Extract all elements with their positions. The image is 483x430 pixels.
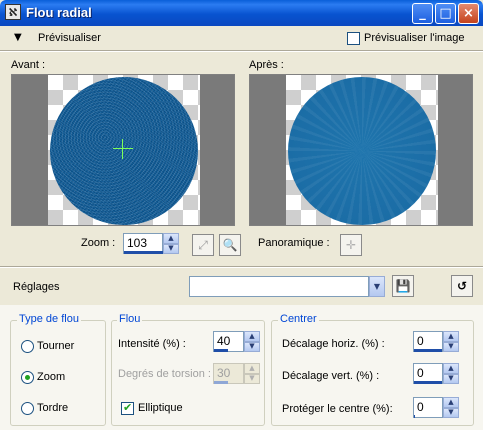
spin-up-icon[interactable]: ▲: [443, 397, 459, 408]
zoom-spinner[interactable]: ▲ ▼: [163, 233, 179, 254]
radio-zoom[interactable]: [21, 371, 34, 384]
window-title: Flou radial: [26, 5, 92, 20]
twist-spinner[interactable]: ▲ ▼: [244, 363, 260, 384]
preview-image-label[interactable]: Prévisualiser l'image: [364, 32, 465, 44]
pan-button[interactable]: ✛: [340, 234, 362, 256]
spin-down-icon[interactable]: ▼: [244, 341, 260, 352]
protect-center-level-bar: [414, 415, 415, 418]
zoom-level-bar: [124, 251, 163, 254]
twist-level-bar: [214, 381, 228, 384]
twist-label: Degrés de torsion :: [118, 368, 211, 380]
minimize-button[interactable]: _: [412, 3, 433, 24]
spin-up-icon[interactable]: ▲: [244, 363, 260, 374]
after-label: Après :: [249, 59, 284, 71]
radio-tordre[interactable]: [21, 402, 34, 415]
protect-center-spinner[interactable]: ▲ ▼: [443, 397, 459, 418]
h-offset-level-bar: [414, 349, 442, 352]
settings-panel: Type de flou Tourner Zoom Tordre Flou In…: [0, 305, 483, 430]
spin-up-icon[interactable]: ▲: [443, 363, 459, 374]
spin-down-icon[interactable]: ▼: [443, 341, 459, 352]
separator: [0, 50, 483, 52]
radio-tourner[interactable]: [21, 340, 34, 353]
before-label: Avant :: [11, 59, 46, 71]
zoom-label: Zoom :: [81, 237, 116, 249]
v-offset-spinner[interactable]: ▲ ▼: [443, 363, 459, 384]
intensity-label: Intensité (%) :: [118, 338, 186, 350]
intensity-spinner[interactable]: ▲ ▼: [244, 331, 260, 352]
dropdown-arrow-icon[interactable]: ▼: [369, 276, 385, 297]
blur-title: Flou: [117, 313, 143, 325]
spin-up-icon[interactable]: ▲: [443, 331, 459, 342]
zoom-tool-button[interactable]: 🔍: [219, 234, 241, 256]
intensity-level-bar: [214, 349, 228, 352]
protect-center-label: Protéger le centre (%):: [282, 403, 393, 415]
reset-button[interactable]: ↺: [451, 275, 473, 297]
after-preview: [249, 74, 473, 226]
preview-toggle-row: ▼ Prévisualiser Prévisualiser l'image: [0, 27, 483, 49]
pan-label: Panoramique :: [258, 237, 330, 249]
protect-center-field[interactable]: 0: [413, 397, 443, 418]
spin-down-icon[interactable]: ▼: [443, 407, 459, 418]
preview-toggle-label[interactable]: Prévisualiser: [38, 32, 101, 44]
spin-down-icon[interactable]: ▼: [244, 373, 260, 384]
save-preset-button[interactable]: 💾: [392, 275, 414, 297]
radio-tordre-label[interactable]: Tordre: [37, 402, 68, 414]
v-offset-level-bar: [414, 381, 442, 384]
preview-image-checkbox[interactable]: [347, 32, 360, 45]
elliptic-label[interactable]: Elliptique: [138, 402, 183, 414]
center-crosshair-icon[interactable]: [113, 139, 133, 159]
center-title: Centrer: [278, 313, 319, 325]
close-button[interactable]: ×: [458, 3, 479, 24]
blur-type-title: Type de flou: [17, 313, 81, 325]
spin-up-icon[interactable]: ▲: [244, 331, 260, 342]
h-offset-label: Décalage horiz. (%) :: [282, 338, 385, 350]
radio-zoom-label[interactable]: Zoom: [37, 371, 65, 383]
h-offset-spinner[interactable]: ▲ ▼: [443, 331, 459, 352]
maximize-button[interactable]: □: [435, 3, 456, 24]
before-preview[interactable]: [11, 74, 235, 226]
collapse-caret-icon[interactable]: ▼: [14, 32, 22, 43]
spin-up-icon[interactable]: ▲: [163, 233, 179, 244]
fit-zoom-button[interactable]: ⤢: [192, 234, 214, 256]
presets-dropdown[interactable]: [189, 276, 369, 297]
v-offset-label: Décalage vert. (%) :: [282, 370, 380, 382]
app-icon: ℵ: [5, 4, 21, 20]
presets-label: Réglages: [13, 281, 60, 293]
title-bar: ℵ Flou radial _ □ ×: [0, 0, 483, 26]
spin-down-icon[interactable]: ▼: [163, 243, 179, 254]
spin-down-icon[interactable]: ▼: [443, 373, 459, 384]
elliptic-checkbox[interactable]: [121, 401, 134, 415]
separator: [0, 266, 483, 268]
after-image-disc: [288, 77, 436, 225]
radio-tourner-label[interactable]: Tourner: [37, 340, 74, 352]
